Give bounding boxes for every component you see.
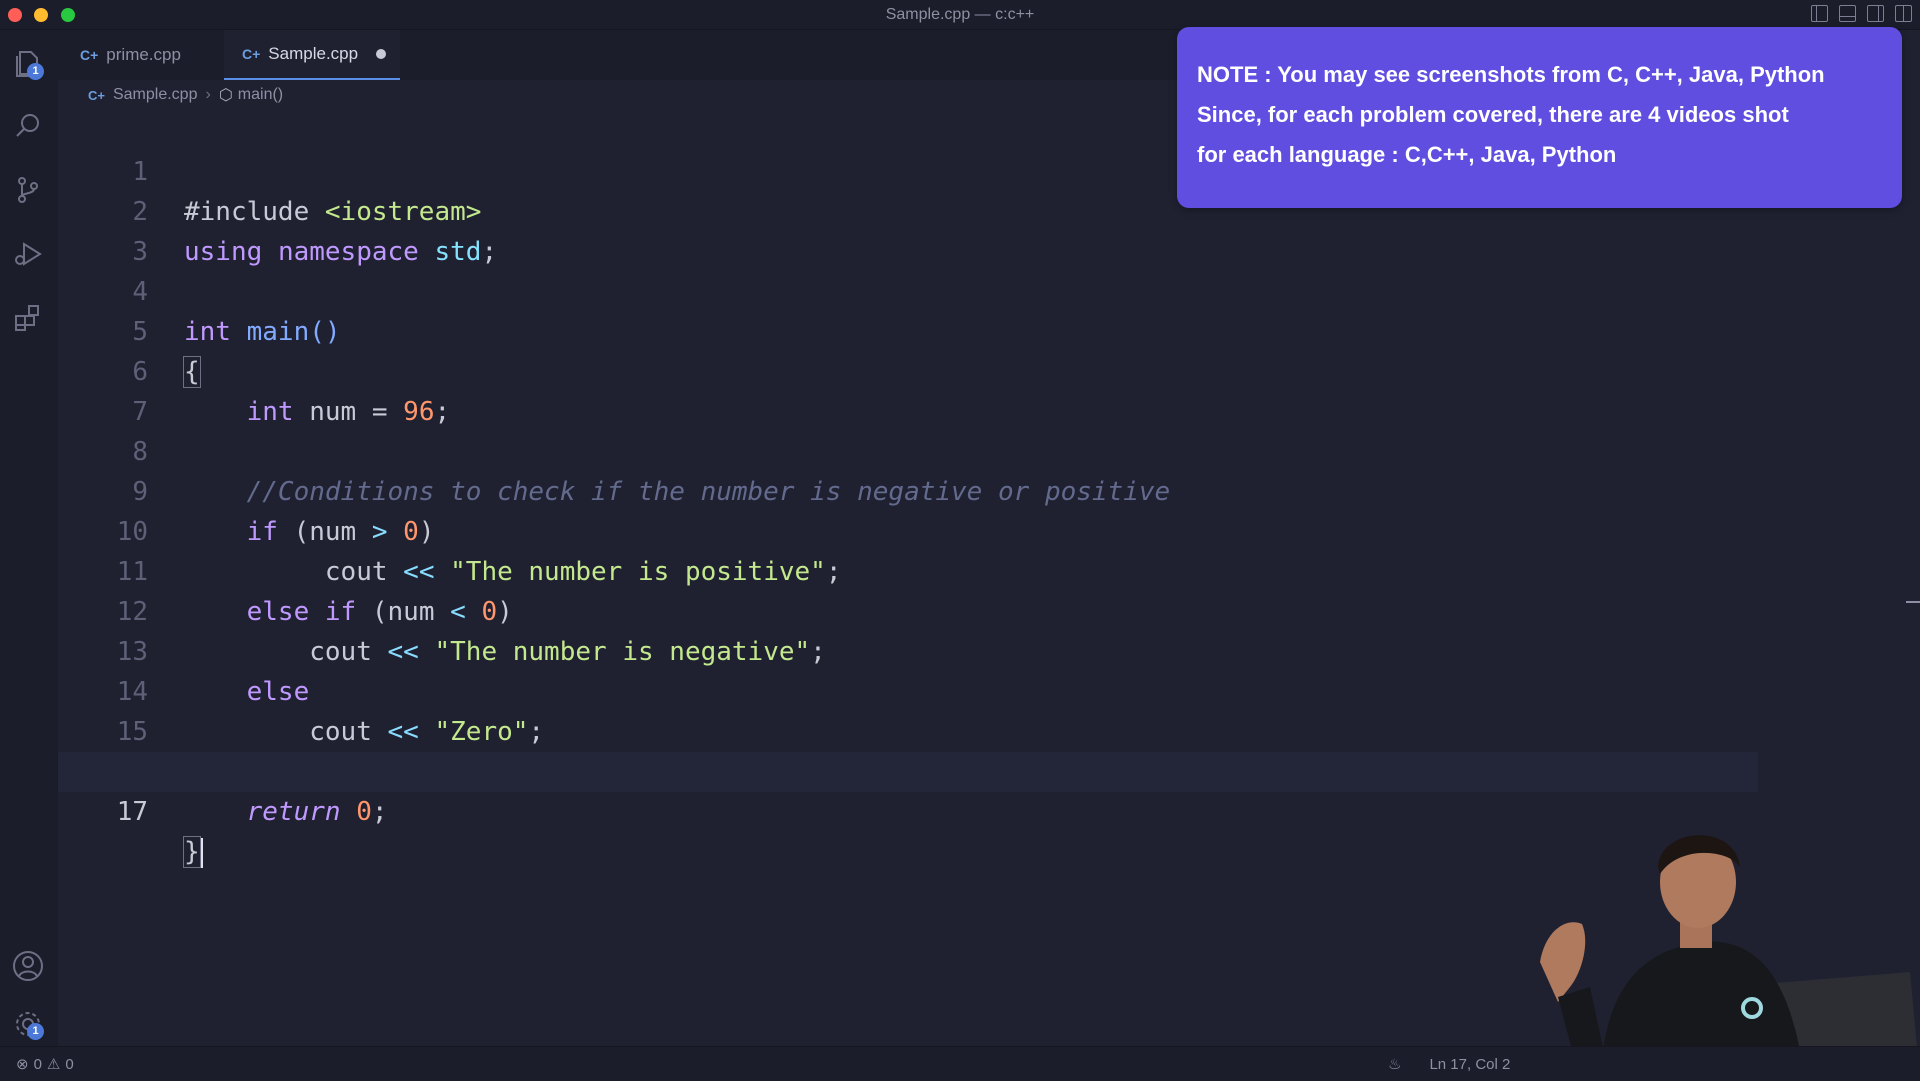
- code-line[interactable]: 4 int main(): [58, 232, 1758, 347]
- search-icon: [16, 114, 39, 137]
- code-line[interactable]: 6 int num = 96;: [58, 312, 1758, 427]
- source-control-icon: [18, 177, 38, 203]
- code-line[interactable]: 7: [58, 352, 1758, 427]
- code-line[interactable]: 10 cout << "The number is positive";: [58, 472, 1758, 587]
- note-banner: NOTE : You may see screenshots from C, C…: [1177, 27, 1902, 208]
- line-number: 17: [116, 797, 148, 827]
- source-control-button[interactable]: [10, 172, 46, 208]
- tab-prime-cpp[interactable]: C+ prime.cpp: [80, 30, 230, 80]
- tab-label: prime.cpp: [106, 45, 181, 64]
- tab-sample-cpp[interactable]: C+ Sample.cpp: [224, 30, 400, 80]
- code-line-current[interactable]: 17 }: [58, 752, 1758, 868]
- manage-button[interactable]: 1: [10, 1006, 46, 1042]
- cursor-position[interactable]: Ln 17, Col 2: [1429, 1056, 1510, 1073]
- warning-icon: ⚠: [46, 1056, 61, 1073]
- breadcrumb: C+ Sample.cpp › ⬡ main(): [88, 84, 283, 106]
- cpp-file-icon: C+: [88, 87, 105, 103]
- code-line[interactable]: 12 cout << "The number is negative";: [58, 552, 1758, 667]
- account-icon: [13, 951, 43, 981]
- scrollbar-marker[interactable]: [1906, 601, 1920, 603]
- settings-badge: 1: [27, 1023, 44, 1040]
- problems-status[interactable]: ⊗ 0 ⚠ 0: [16, 1055, 74, 1074]
- code-line[interactable]: 11 else if (num < 0): [58, 512, 1758, 627]
- presenter-video: [1520, 812, 1920, 1080]
- extensions-button[interactable]: [10, 300, 46, 336]
- search-button[interactable]: [10, 108, 46, 144]
- run-debug-icon: [15, 242, 42, 266]
- activity-bar: 1 1: [0, 30, 58, 1046]
- run-debug-button[interactable]: [10, 236, 46, 272]
- code-line[interactable]: 13 else: [58, 592, 1758, 707]
- title-bar: Sample.cpp — c:c++: [0, 0, 1920, 30]
- tab-label: Sample.cpp: [268, 44, 359, 63]
- cpp-file-icon: C+: [242, 46, 261, 62]
- note-line-2: Since, for each problem covered, there a…: [1197, 102, 1789, 127]
- code-line[interactable]: 5 {: [58, 272, 1758, 388]
- code-line[interactable]: 16 return 0;: [58, 712, 1758, 827]
- customize-layout-icon[interactable]: [1895, 5, 1912, 22]
- text-cursor: [200, 837, 203, 868]
- breadcrumb-symbol[interactable]: main(): [238, 86, 283, 104]
- matching-brace: }: [183, 836, 201, 868]
- toggle-primary-sidebar-icon[interactable]: [1811, 5, 1828, 22]
- status-right: ♨ Ln 17, Col 2: [1388, 1055, 1510, 1074]
- toggle-secondary-sidebar-icon[interactable]: [1867, 5, 1884, 22]
- window-title: Sample.cpp — c:c++: [885, 6, 1035, 23]
- error-count: 0: [33, 1055, 42, 1073]
- unsaved-dot-icon[interactable]: [376, 49, 387, 59]
- explorer-button[interactable]: 1: [10, 46, 46, 82]
- flame-icon[interactable]: ♨: [1388, 1055, 1401, 1073]
- account-button[interactable]: [10, 948, 46, 984]
- note-line-1: NOTE : You may see screenshots from C, C…: [1197, 62, 1825, 87]
- error-icon: ⊗: [16, 1056, 29, 1073]
- code-line[interactable]: 14 cout << "Zero";: [58, 632, 1758, 747]
- code-line[interactable]: 9 if (num > 0): [58, 432, 1758, 547]
- editor-tabs: C+ prime.cpp C+ Sample.cpp: [58, 30, 1178, 80]
- explorer-badge: 1: [27, 63, 44, 80]
- symbol-method-icon: ⬡: [218, 87, 233, 104]
- code-line[interactable]: 8 //Conditions to check if the number is…: [58, 392, 1758, 507]
- cpp-file-icon: C+: [80, 47, 99, 63]
- note-line-3: for each language : C,C++, Java, Python: [1197, 142, 1617, 167]
- breadcrumb-file[interactable]: Sample.cpp: [113, 86, 198, 104]
- toggle-panel-icon[interactable]: [1839, 5, 1856, 22]
- extensions-icon: [15, 305, 39, 331]
- chevron-right-icon: ›: [205, 86, 211, 103]
- code-line[interactable]: 15: [58, 672, 1758, 747]
- layout-controls: [1811, 5, 1912, 22]
- status-bar: ⊗ 0 ⚠ 0 ♨ Ln 17, Col 2: [0, 1046, 1920, 1081]
- warning-count: 0: [65, 1055, 74, 1073]
